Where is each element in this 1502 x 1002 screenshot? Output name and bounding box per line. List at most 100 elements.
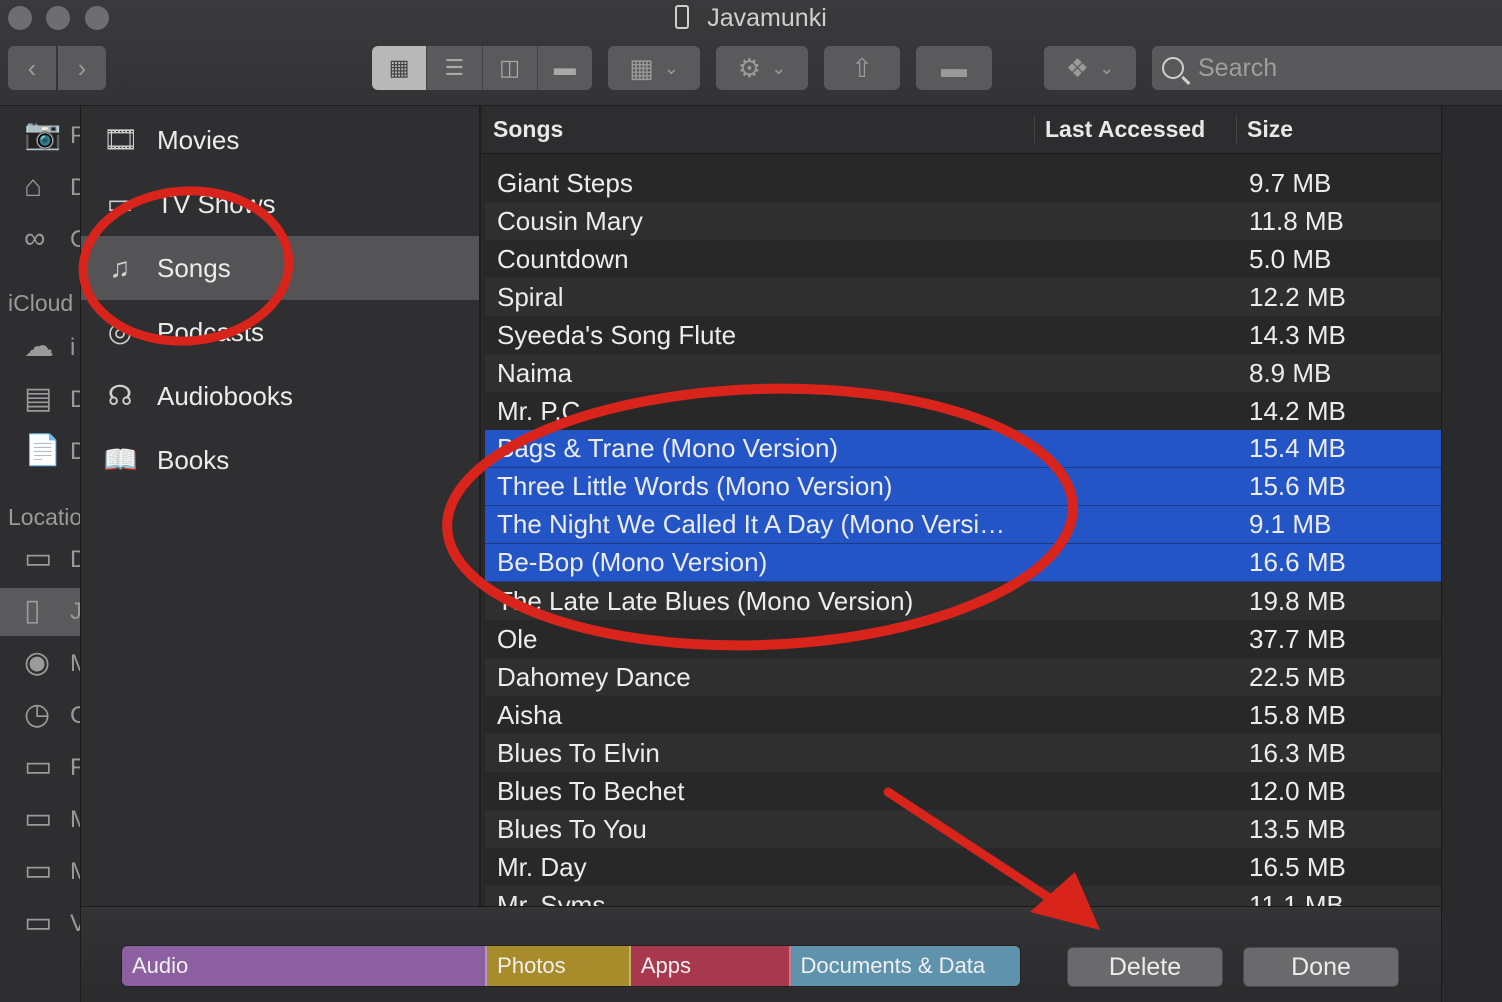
- forward-button[interactable]: ›: [58, 46, 106, 90]
- category-movies[interactable]: 🎞 Movies: [81, 108, 479, 172]
- home-icon: ⌂: [24, 170, 43, 203]
- column-header-last-accessed[interactable]: Last Accessed: [1035, 116, 1237, 143]
- song-size-cell: 13.5 MB: [1249, 813, 1346, 844]
- song-name-cell: Mr. Syms: [497, 889, 606, 907]
- manage-storage-sheet: 🎞 Movies ▭ TV Shows ♫ Songs ◎ Podcasts ☊…: [80, 106, 1442, 1002]
- delete-button[interactable]: Delete: [1067, 947, 1223, 987]
- song-size-cell: 37.7 MB: [1249, 623, 1346, 654]
- table-row[interactable]: Bags & Trane (Mono Version) 15.4 MB: [485, 430, 1441, 468]
- table-row[interactable]: Naima 8.9 MB: [485, 354, 1441, 392]
- song-size-cell: 19.8 MB: [1249, 585, 1346, 616]
- song-size-cell: 14.3 MB: [1249, 319, 1346, 350]
- icon-view-button[interactable]: ▦: [372, 46, 428, 90]
- category-songs[interactable]: ♫ Songs: [81, 236, 479, 300]
- creative-cloud-icon: ∞: [24, 222, 46, 255]
- table-row[interactable]: Three Little Words (Mono Version) 15.6 MB: [485, 468, 1441, 506]
- column-header-size[interactable]: Size: [1237, 116, 1293, 143]
- column-view-button[interactable]: ◫: [482, 46, 538, 90]
- drive-icon: ▭: [24, 906, 53, 939]
- drive-icon: ▭: [24, 750, 53, 783]
- table-row[interactable]: Blues To You 13.5 MB: [485, 810, 1441, 848]
- columns-icon: ◫: [499, 55, 521, 80]
- table-row[interactable]: The Night We Called It A Day (Mono Versi…: [485, 506, 1441, 544]
- song-size-cell: 15.6 MB: [1249, 471, 1346, 501]
- song-size-cell: 9.1 MB: [1249, 509, 1332, 539]
- group-button[interactable]: ▦ ⌄: [608, 46, 700, 90]
- column-header-songs[interactable]: Songs: [483, 116, 1035, 143]
- tag-icon: ▬: [941, 52, 967, 83]
- display-icon: ▤: [24, 382, 53, 415]
- group-grid-icon: ▦: [629, 52, 654, 83]
- list-icon: ☰: [444, 55, 465, 80]
- table-row[interactable]: Dahomey Dance 22.5 MB: [485, 658, 1441, 696]
- table-row[interactable]: Mr. P.C. 14.2 MB: [485, 392, 1441, 430]
- song-name-cell: The Late Late Blues (Mono Version): [497, 585, 914, 616]
- song-name-cell: Dahomey Dance: [497, 661, 691, 692]
- toolbar: Javamunki ‹ › ▦ ☰ ◫ ▬ ▦ ⌄ ⚙ ⌄ ⇧ ▬ ❖ ⌄: [0, 0, 1502, 106]
- category-books[interactable]: 📖 Books: [81, 428, 479, 492]
- table-row[interactable]: Cousin Mary 11.8 MB: [485, 202, 1441, 240]
- table-row[interactable]: Mr. Day 16.5 MB: [485, 848, 1441, 886]
- song-name-cell: Blues To Elvin: [497, 737, 660, 768]
- iphone-icon: ▯: [24, 594, 41, 627]
- headphones-icon: ☊: [107, 380, 133, 411]
- dropbox-button[interactable]: ❖ ⌄: [1044, 46, 1136, 90]
- music-note-icon: ♫: [109, 252, 131, 283]
- back-button[interactable]: ‹: [8, 46, 56, 90]
- table-row[interactable]: Ole 37.7 MB: [485, 620, 1441, 658]
- song-name-cell: The Night We Called It A Day (Mono Versi…: [497, 509, 1006, 539]
- finder-window: Javamunki ‹ › ▦ ☰ ◫ ▬ ▦⌄ ⚙⌄ ⇧ ▬ ❖⌄ 📷 P ⌂…: [0, 0, 1502, 1002]
- table-row[interactable]: Spiral 12.2 MB: [485, 278, 1441, 316]
- table-row[interactable]: Aisha 15.8 MB: [485, 696, 1441, 734]
- chevron-right-icon: ›: [77, 52, 87, 83]
- list-view-button[interactable]: ☰: [427, 46, 483, 90]
- tag-button[interactable]: ▬: [916, 46, 992, 90]
- action-button[interactable]: ⚙ ⌄: [716, 46, 808, 90]
- table-row[interactable]: Giant Steps 9.7 MB: [485, 164, 1441, 202]
- share-button[interactable]: ⇧: [824, 46, 900, 90]
- finder-sidebar: 📷 P ⌂ D ∞ C iCloud ☁ i ▤ D 📄 D Locatio ▭…: [0, 106, 82, 1002]
- sidebar-section-icloud: iCloud: [8, 290, 74, 316]
- view-mode-segmented-control: ▦ ☰ ◫ ▬: [372, 46, 592, 90]
- song-size-cell: 11.1 MB: [1249, 889, 1344, 907]
- song-name-cell: Mr. P.C.: [497, 395, 588, 426]
- table-row[interactable]: Countdown 5.0 MB: [485, 240, 1441, 278]
- song-size-cell: 12.0 MB: [1249, 775, 1346, 806]
- song-size-cell: 12.2 MB: [1249, 281, 1346, 312]
- drive-icon: ▭: [24, 802, 53, 835]
- disk-icon: ◉: [24, 646, 51, 679]
- song-name-cell: Ole: [497, 623, 538, 654]
- song-size-cell: 16.6 MB: [1249, 547, 1346, 577]
- done-button[interactable]: Done: [1243, 947, 1399, 987]
- song-name-cell: Be-Bop (Mono Version): [497, 547, 768, 577]
- storage-segment-apps: Apps: [630, 946, 791, 986]
- song-name-cell: Giant Steps: [497, 167, 633, 198]
- song-size-cell: 15.4 MB: [1249, 433, 1346, 463]
- song-size-cell: 16.3 MB: [1249, 737, 1346, 768]
- film-icon: 🎞: [103, 124, 139, 155]
- table-row[interactable]: Blues To Bechet 12.0 MB: [485, 772, 1441, 810]
- table-row[interactable]: The Late Late Blues (Mono Version) 19.8 M…: [485, 582, 1441, 620]
- song-name-cell: Spiral: [497, 281, 564, 312]
- sidebar-item-label[interactable]: i: [70, 334, 75, 362]
- search-input[interactable]: [1198, 53, 1458, 83]
- category-podcasts[interactable]: ◎ Podcasts: [81, 300, 479, 364]
- table-row[interactable]: Be-Bop (Mono Version) 16.6 MB: [485, 544, 1441, 582]
- song-name-cell: Three Little Words (Mono Version): [497, 471, 893, 501]
- gallery-view-button[interactable]: ▬: [537, 46, 592, 90]
- grid-icon: ▦: [388, 55, 410, 80]
- table-row[interactable]: Mr. Syms 11.1 MB: [485, 886, 1441, 906]
- background-content-remnant: [1440, 106, 1502, 1002]
- song-size-cell: 14.2 MB: [1249, 395, 1346, 426]
- song-name-cell: Mr. Day: [497, 851, 587, 882]
- drive-icon: ▭: [24, 854, 53, 887]
- song-name-cell: Blues To You: [497, 813, 647, 844]
- book-icon: 📖: [103, 444, 138, 475]
- category-tv-shows[interactable]: ▭ TV Shows: [81, 172, 479, 236]
- song-name-cell: Bags & Trane (Mono Version): [497, 433, 839, 463]
- search-field[interactable]: [1152, 46, 1502, 90]
- table-row[interactable]: Syeeda's Song Flute 14.3 MB: [485, 316, 1441, 354]
- table-row[interactable]: Blues To Elvin 16.3 MB: [485, 734, 1441, 772]
- gear-icon: ⚙: [737, 52, 762, 83]
- category-audiobooks[interactable]: ☊ Audiobooks: [81, 364, 479, 428]
